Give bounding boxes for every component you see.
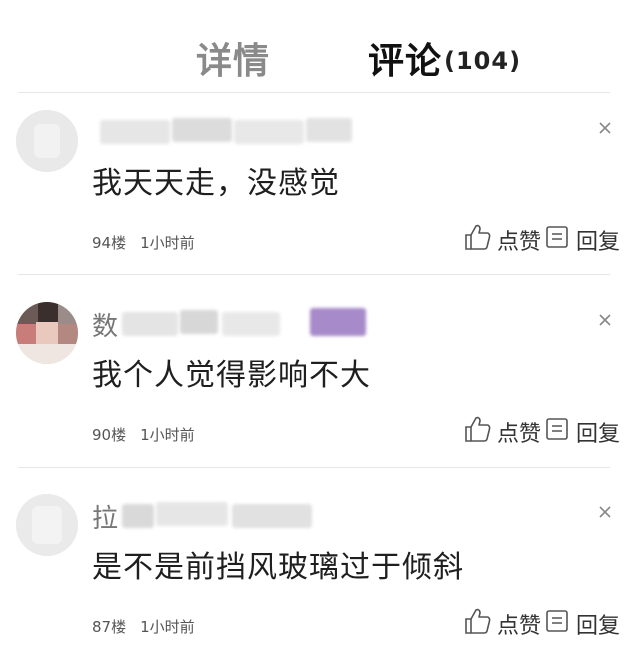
username-blur bbox=[222, 312, 280, 336]
timestamp: 1小时前 bbox=[140, 426, 195, 444]
comment-reply-icon[interactable] bbox=[545, 416, 571, 442]
like-button[interactable]: 点赞 bbox=[497, 224, 541, 256]
username-blur bbox=[172, 118, 232, 142]
close-icon[interactable] bbox=[597, 312, 613, 328]
like-button[interactable]: 点赞 bbox=[497, 608, 541, 640]
username-visible: 拉 bbox=[92, 504, 119, 534]
username-blur bbox=[100, 120, 170, 144]
divider bbox=[18, 274, 610, 275]
avatar[interactable] bbox=[16, 110, 78, 172]
comment-meta: 94楼 1小时前 bbox=[92, 232, 195, 253]
avatar[interactable] bbox=[16, 494, 78, 556]
comment-reply-icon[interactable] bbox=[545, 608, 571, 634]
timestamp: 1小时前 bbox=[140, 234, 195, 252]
comment-text: 我天天走，没感觉 bbox=[92, 166, 340, 201]
badge-blur bbox=[310, 308, 366, 336]
thumbs-up-icon[interactable] bbox=[463, 414, 493, 444]
username-blur bbox=[122, 312, 178, 336]
username-blur bbox=[122, 504, 154, 528]
thumbs-up-icon[interactable] bbox=[463, 222, 493, 252]
comment-item: 拉 是不是前挡风玻璃过于倾斜 87楼 1小时前 点赞 回复 bbox=[0, 476, 640, 666]
username-blur bbox=[306, 118, 352, 142]
avatar[interactable] bbox=[16, 302, 78, 364]
username-blur bbox=[156, 502, 228, 526]
thumbs-up-icon[interactable] bbox=[463, 606, 493, 636]
username-blur bbox=[234, 120, 304, 144]
username[interactable] bbox=[92, 114, 552, 148]
username[interactable]: 拉 bbox=[92, 498, 552, 534]
tab-bar: 详情 评论(104) bbox=[0, 0, 640, 92]
like-button[interactable]: 点赞 bbox=[497, 416, 541, 448]
tab-comments[interactable]: 评论(104) bbox=[368, 32, 521, 84]
close-icon[interactable] bbox=[597, 504, 613, 520]
comment-item: 数 我个人觉得影响不大 90楼 1小时前 点赞 回复 bbox=[0, 284, 640, 474]
reply-button[interactable]: 回复 bbox=[576, 608, 620, 640]
comment-meta: 87楼 1小时前 bbox=[92, 616, 195, 637]
username-blur bbox=[180, 310, 218, 334]
reply-button[interactable]: 回复 bbox=[576, 224, 620, 256]
close-icon[interactable] bbox=[597, 120, 613, 136]
divider bbox=[18, 467, 610, 468]
comment-text: 我个人觉得影响不大 bbox=[92, 358, 371, 393]
tab-detail[interactable]: 详情 bbox=[196, 32, 270, 84]
reply-button[interactable]: 回复 bbox=[576, 416, 620, 448]
comment-text: 是不是前挡风玻璃过于倾斜 bbox=[92, 550, 464, 585]
timestamp: 1小时前 bbox=[140, 618, 195, 636]
username-visible: 数 bbox=[92, 312, 119, 342]
comment-item: 我天天走，没感觉 94楼 1小时前 点赞 回复 bbox=[0, 92, 640, 282]
tab-comments-label: 评论 bbox=[368, 41, 443, 82]
floor-number: 90楼 bbox=[92, 426, 127, 444]
floor-number: 87楼 bbox=[92, 618, 127, 636]
username-blur bbox=[232, 504, 312, 528]
comment-meta: 90楼 1小时前 bbox=[92, 424, 195, 445]
username[interactable]: 数 bbox=[92, 306, 552, 342]
floor-number: 94楼 bbox=[92, 234, 127, 252]
comment-reply-icon[interactable] bbox=[545, 224, 571, 250]
comment-count: (104) bbox=[444, 47, 522, 75]
